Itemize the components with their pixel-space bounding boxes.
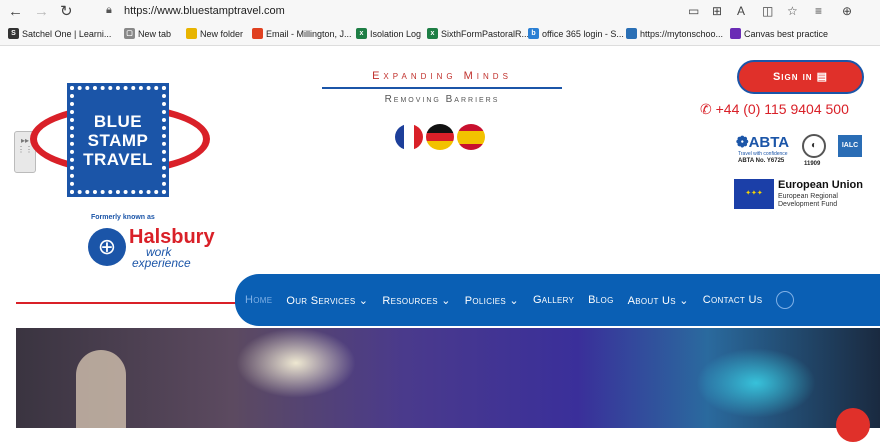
bookmark-item[interactable]: https://mytonschoo...: [626, 28, 723, 39]
search-icon[interactable]: [776, 291, 795, 309]
tagline-secondary: Removing Barriers: [384, 94, 500, 105]
logo-stamp: BLUE STAMP TRAVEL: [67, 83, 169, 197]
site-icon: [626, 28, 637, 39]
sign-in-button[interactable]: Sign in ▤: [737, 60, 864, 94]
nav-home[interactable]: Home: [245, 294, 272, 306]
canvas-icon: [730, 28, 741, 39]
france-flag-icon[interactable]: [395, 124, 423, 150]
phone-number[interactable]: ✆ +44 (0) 115 9404 500: [700, 101, 849, 118]
excel-icon: x: [356, 28, 367, 39]
hero-light: [236, 328, 356, 398]
germany-flag-icon[interactable]: [426, 124, 454, 150]
reader-icon[interactable]: ▭: [688, 4, 699, 18]
halsbury-logo: ⊕ Halsbury work experience: [88, 224, 215, 270]
address-row: ← → ↻ 🔒︎ https://www.bluestamptravel.com…: [0, 0, 880, 24]
bing-icon: b: [528, 28, 539, 39]
tagline-divider: [322, 87, 562, 89]
forward-icon[interactable]: →: [34, 3, 49, 21]
lock-icon: 🔒︎: [106, 4, 112, 16]
browser-chrome: ← → ↻ 🔒︎ https://www.bluestamptravel.com…: [0, 0, 880, 46]
nav-blog[interactable]: Blog: [588, 294, 613, 306]
eu-title: European Union: [778, 179, 863, 191]
url-bar[interactable]: https://www.bluestamptravel.com: [124, 5, 285, 17]
spain-flag-icon[interactable]: [457, 124, 485, 150]
nav-resources[interactable]: Resources ⌄: [382, 294, 450, 307]
bookmarks-bar: S Satchel One | Learni... ▢ New tab New fo…: [0, 24, 880, 46]
blue-stamp-logo[interactable]: BLUE STAMP TRAVEL: [30, 83, 210, 201]
read-aloud-icon[interactable]: A: [737, 4, 745, 18]
tagline-primary: Expanding Minds: [372, 70, 512, 82]
abta-logo: ❁ABTA: [736, 134, 790, 151]
accreditation-logos: ❁ABTA Travel with confidence ABTA No. Y6…: [736, 131, 866, 171]
bookmark-item[interactable]: x Isolation Log: [356, 28, 421, 39]
bookmark-item[interactable]: Email - Millington, J...: [252, 28, 352, 39]
web-page: ▸▸ ⋮⋮ BLUE STAMP TRAVEL Formerly known as…: [0, 46, 880, 428]
bookmark-item[interactable]: x SixthFormPastoralR...: [427, 28, 529, 39]
eu-flag-icon: ✦✦✦: [734, 179, 774, 209]
bookmark-item[interactable]: S Satchel One | Learni...: [8, 28, 111, 39]
bookmark-item[interactable]: Canvas best practice: [730, 28, 828, 39]
nav-gallery[interactable]: Gallery: [533, 294, 574, 306]
apps-icon[interactable]: ⊞: [712, 4, 722, 18]
nav-policies[interactable]: Policies ⌄: [465, 294, 519, 307]
main-navigation: Home Our Services ⌄ Resources ⌄ Policies…: [235, 274, 880, 326]
microsoft-icon: [252, 28, 263, 39]
language-flags: [395, 124, 490, 152]
hero-person: [76, 350, 126, 428]
bookmark-item[interactable]: b office 365 login - S...: [528, 28, 624, 39]
new-tab-icon: ▢: [124, 28, 135, 39]
satchel-icon: S: [8, 28, 19, 39]
eu-subtitle: European Regional Development Fund: [778, 193, 838, 208]
bookmark-item[interactable]: ▢ New tab: [124, 28, 171, 39]
back-icon[interactable]: ←: [8, 3, 23, 21]
ialc-logo: IALC: [838, 135, 862, 157]
favorite-icon[interactable]: ☆: [787, 4, 798, 18]
split-screen-icon[interactable]: ◫: [762, 4, 773, 18]
folder-icon: [186, 28, 197, 39]
nav-our-services[interactable]: Our Services ⌄: [286, 294, 368, 307]
hero-stage-light: [696, 348, 816, 418]
globe-icon: ⊕: [88, 228, 126, 266]
hero-image: [16, 328, 880, 428]
accreditation-circle-icon: ◐: [802, 134, 826, 158]
nav-red-rule: [16, 302, 242, 304]
favorites-list-icon[interactable]: ≡: [815, 4, 822, 18]
nav-about-us[interactable]: About Us ⌄: [628, 294, 689, 307]
refresh-icon[interactable]: ↻: [60, 3, 73, 21]
chat-icon[interactable]: [836, 408, 870, 442]
bookmark-item[interactable]: New folder: [186, 28, 243, 39]
excel-icon: x: [427, 28, 438, 39]
formerly-known-as: Formerly known as: [91, 214, 155, 221]
nav-contact-us[interactable]: Contact Us: [703, 294, 763, 306]
collections-icon[interactable]: ⊕: [842, 4, 852, 18]
